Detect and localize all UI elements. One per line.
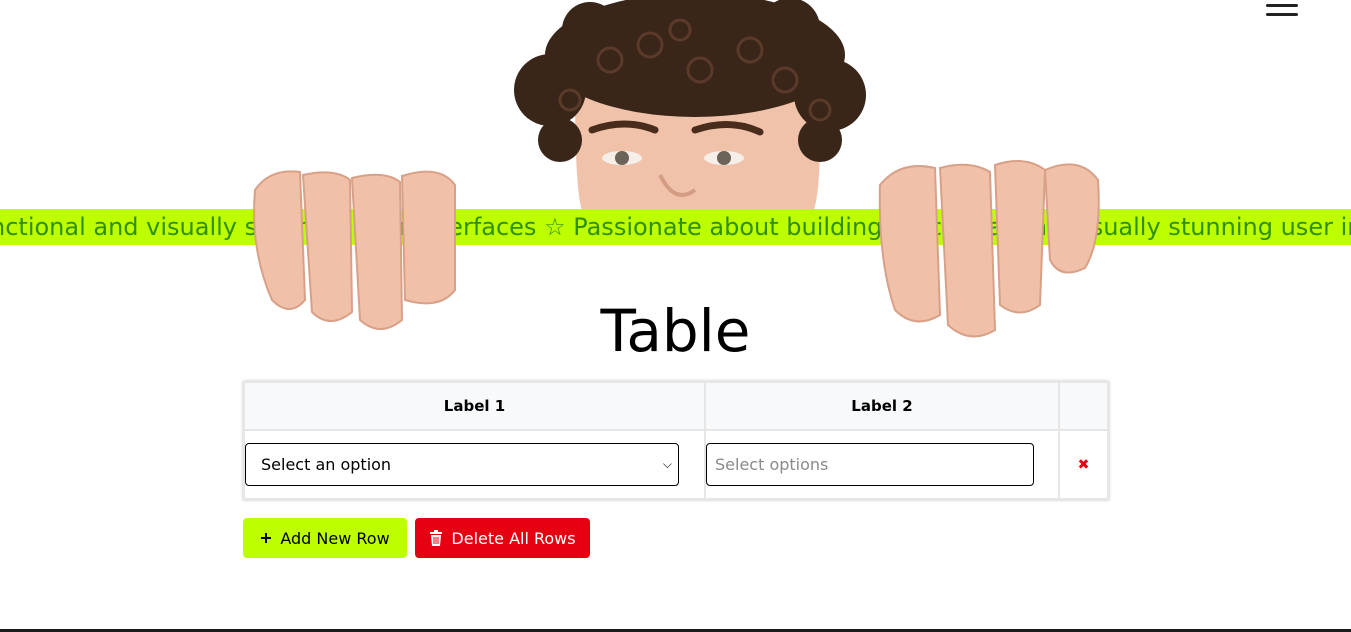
- delete-all-rows-button[interactable]: Delete All Rows: [415, 518, 590, 558]
- option-select[interactable]: Select an option ⌵: [245, 443, 679, 486]
- hero-face-illustration: [514, 0, 866, 215]
- plus-icon: [260, 532, 272, 544]
- hero-image: [230, 0, 1130, 345]
- add-new-row-label: Add New Row: [280, 528, 390, 548]
- input-cell: [704, 429, 1060, 500]
- marquee-banner: nctional and visually stunning user inte…: [0, 209, 1351, 245]
- remove-cell: ✖: [1058, 429, 1109, 500]
- trash-icon: [429, 530, 443, 546]
- table-row: Select an option ⌵ ✖: [243, 429, 1109, 500]
- table-header-row: Label 1 Label 2: [243, 381, 1109, 431]
- select-cell: Select an option ⌵: [243, 429, 706, 500]
- add-new-row-button[interactable]: Add New Row: [243, 518, 407, 558]
- hamburger-menu-icon[interactable]: [1264, 0, 1300, 20]
- delete-all-rows-label: Delete All Rows: [451, 528, 576, 548]
- marquee-text: nctional and visually stunning user inte…: [0, 213, 1351, 241]
- column-header-label-1: Label 1: [243, 381, 706, 431]
- data-table: Label 1 Label 2 Select an option ⌵ ✖: [243, 381, 1109, 500]
- options-input[interactable]: [706, 443, 1034, 486]
- column-header-label-2: Label 2: [704, 381, 1060, 431]
- column-header-actions: [1058, 381, 1109, 431]
- chevron-down-icon: ⌵: [662, 457, 672, 471]
- page-title: Table: [600, 297, 751, 365]
- close-icon[interactable]: ✖: [1060, 457, 1107, 473]
- option-select-value: Select an option: [261, 455, 392, 474]
- page: nctional and visually stunning user inte…: [0, 0, 1351, 632]
